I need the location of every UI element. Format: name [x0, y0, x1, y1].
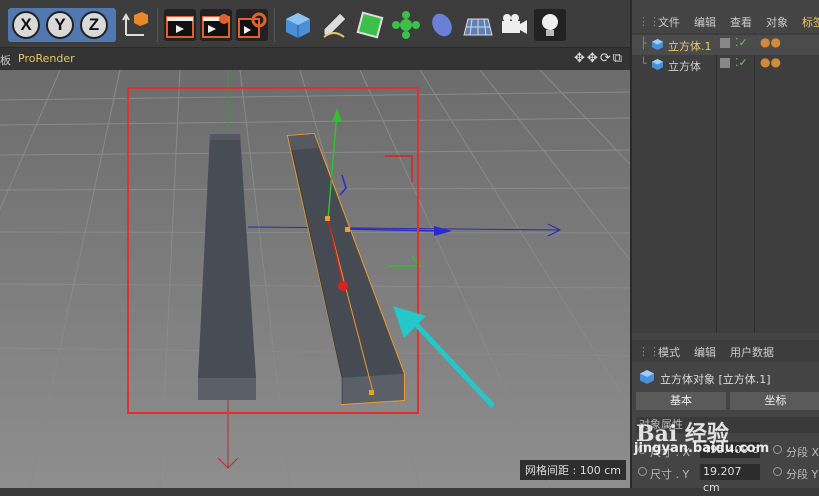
- menu-view[interactable]: 查看: [730, 14, 752, 30]
- tab-coordinates[interactable]: 坐标: [730, 392, 819, 410]
- material-tag-icon[interactable]: ●●: [760, 55, 781, 69]
- menu-object[interactable]: 对象: [766, 14, 788, 30]
- main-toolbar: X Y Z: [0, 0, 630, 48]
- toolbar-separator: [157, 8, 158, 42]
- pen-icon: [323, 12, 347, 38]
- floor-button[interactable]: [462, 9, 494, 41]
- tree-line-icon: └: [640, 57, 647, 70]
- cloner-icon: [392, 11, 420, 39]
- render-settings-button[interactable]: [236, 9, 268, 41]
- viewport-nav-icons[interactable]: ✥✥⟳⧉: [574, 51, 624, 66]
- segments-y-radio[interactable]: [773, 467, 782, 476]
- object-list[interactable]: ├ 立方体.1 ⁚✓ ●● └ 立方体 ⁚✓ ●●: [632, 33, 819, 333]
- menu-edit-attr[interactable]: 编辑: [694, 344, 716, 360]
- prorender-menu[interactable]: ProRender: [18, 52, 75, 65]
- column-divider: [716, 33, 717, 333]
- subdivision-icon: [356, 11, 384, 39]
- pen-spline-button[interactable]: [318, 9, 350, 41]
- enabled-check-icon[interactable]: ⁚✓: [735, 36, 748, 49]
- panel-handle-icon[interactable]: ⋮⋮: [638, 345, 660, 358]
- gizmo-end-point[interactable]: [369, 390, 374, 395]
- attribute-tabs: 基本 坐标: [636, 392, 819, 410]
- clapper-icon: [166, 16, 194, 38]
- deformer-button[interactable]: [426, 9, 458, 41]
- material-tag-icon[interactable]: ●●: [760, 35, 781, 49]
- render-to-picture-viewer-button[interactable]: [200, 9, 232, 41]
- right-panel: ⋮⋮ 文件 编辑 查看 对象 标签 ├ 立方体.1 ⁚✓ ●● └ 立方体 ⁚✓…: [630, 0, 819, 494]
- attribute-manager-menubar: ⋮⋮ 模式 编辑 用户数据: [632, 340, 819, 362]
- object-name[interactable]: 立方体.1: [668, 38, 712, 54]
- visibility-toggle-icon[interactable]: [720, 58, 730, 68]
- tab-basic[interactable]: 基本: [636, 392, 726, 410]
- menu-user-data[interactable]: 用户数据: [730, 344, 774, 360]
- floor-grid-icon: [463, 18, 493, 36]
- gizmo-point[interactable]: [345, 227, 350, 232]
- subdivision-surface-button[interactable]: [354, 9, 386, 41]
- menu-tags[interactable]: 标签: [802, 14, 819, 30]
- visibility-toggle-icon[interactable]: [720, 38, 730, 48]
- tree-line-icon: ├: [640, 37, 647, 50]
- attribute-title-bar: 立方体对象 [立方体.1]: [632, 366, 819, 388]
- enabled-check-icon[interactable]: ⁚✓: [735, 56, 748, 69]
- viewport-scene: [0, 70, 630, 488]
- attribute-title: 立方体对象 [立方体.1]: [660, 373, 771, 386]
- y-axis-lock-button[interactable]: Y: [46, 11, 74, 39]
- column-divider: [754, 33, 755, 333]
- camera-icon: [502, 14, 527, 34]
- object-manager-menubar: ⋮⋮ 文件 编辑 查看 对象 标签: [632, 10, 819, 32]
- gizmo-z-handle[interactable]: [338, 281, 348, 291]
- gizmo-center-point[interactable]: [325, 216, 330, 221]
- cube-icon: [652, 59, 663, 70]
- baidu-watermark-url: jingyan.baidu.com: [634, 441, 770, 456]
- light-bulb-icon: [542, 14, 558, 36]
- segments-x-radio[interactable]: [773, 445, 782, 454]
- cube-icon: [286, 13, 310, 38]
- menu-file[interactable]: 文件: [658, 14, 680, 30]
- segments-y-label: 分段 Y: [786, 468, 819, 481]
- cloner-button[interactable]: [390, 9, 422, 41]
- render-view-button[interactable]: [164, 9, 196, 41]
- toolbar-separator: [274, 8, 275, 42]
- cube-icon: [652, 39, 663, 50]
- viewport-menu-partial[interactable]: 板: [0, 52, 11, 68]
- 3d-viewport[interactable]: 网格间距 : 100 cm: [0, 70, 630, 488]
- render-settings-icon: [238, 12, 267, 38]
- size-y-label: 尺寸 . Y: [650, 468, 690, 481]
- menu-mode[interactable]: 模式: [658, 344, 680, 360]
- camera-button[interactable]: [498, 9, 530, 41]
- coordinate-system-button[interactable]: [120, 9, 152, 41]
- size-y-radio[interactable]: [638, 467, 647, 476]
- viewport-background: [0, 70, 630, 488]
- size-y-field[interactable]: 19.207 cm: [700, 464, 760, 494]
- viewport-header: 板 ProRender ✥✥⟳⧉: [0, 48, 630, 70]
- object-row-cube[interactable]: └ 立方体 ⁚✓ ●●: [632, 55, 819, 75]
- cube-icon: [640, 370, 654, 384]
- z-axis-lock-button[interactable]: Z: [80, 11, 108, 39]
- size-y-row: 尺寸 . Y 19.207 cm 分段 Y: [636, 464, 819, 494]
- coordinate-system-icon: [122, 12, 148, 36]
- segments-x-label: 分段 X: [786, 446, 819, 459]
- x-axis-lock-button[interactable]: X: [12, 11, 40, 39]
- cube-primitive-button[interactable]: [282, 9, 314, 41]
- object-name[interactable]: 立方体: [668, 58, 701, 74]
- object-row-cube-1[interactable]: ├ 立方体.1 ⁚✓ ●●: [632, 35, 819, 55]
- deformer-icon: [432, 13, 452, 37]
- light-button[interactable]: [534, 9, 566, 41]
- clapper-render-icon: [202, 14, 230, 38]
- menu-edit[interactable]: 编辑: [694, 14, 716, 30]
- axis-lock-group: X Y Z: [8, 8, 116, 42]
- grid-spacing-label: 网格间距 : 100 cm: [520, 460, 626, 480]
- panel-handle-icon[interactable]: ⋮⋮: [638, 15, 660, 28]
